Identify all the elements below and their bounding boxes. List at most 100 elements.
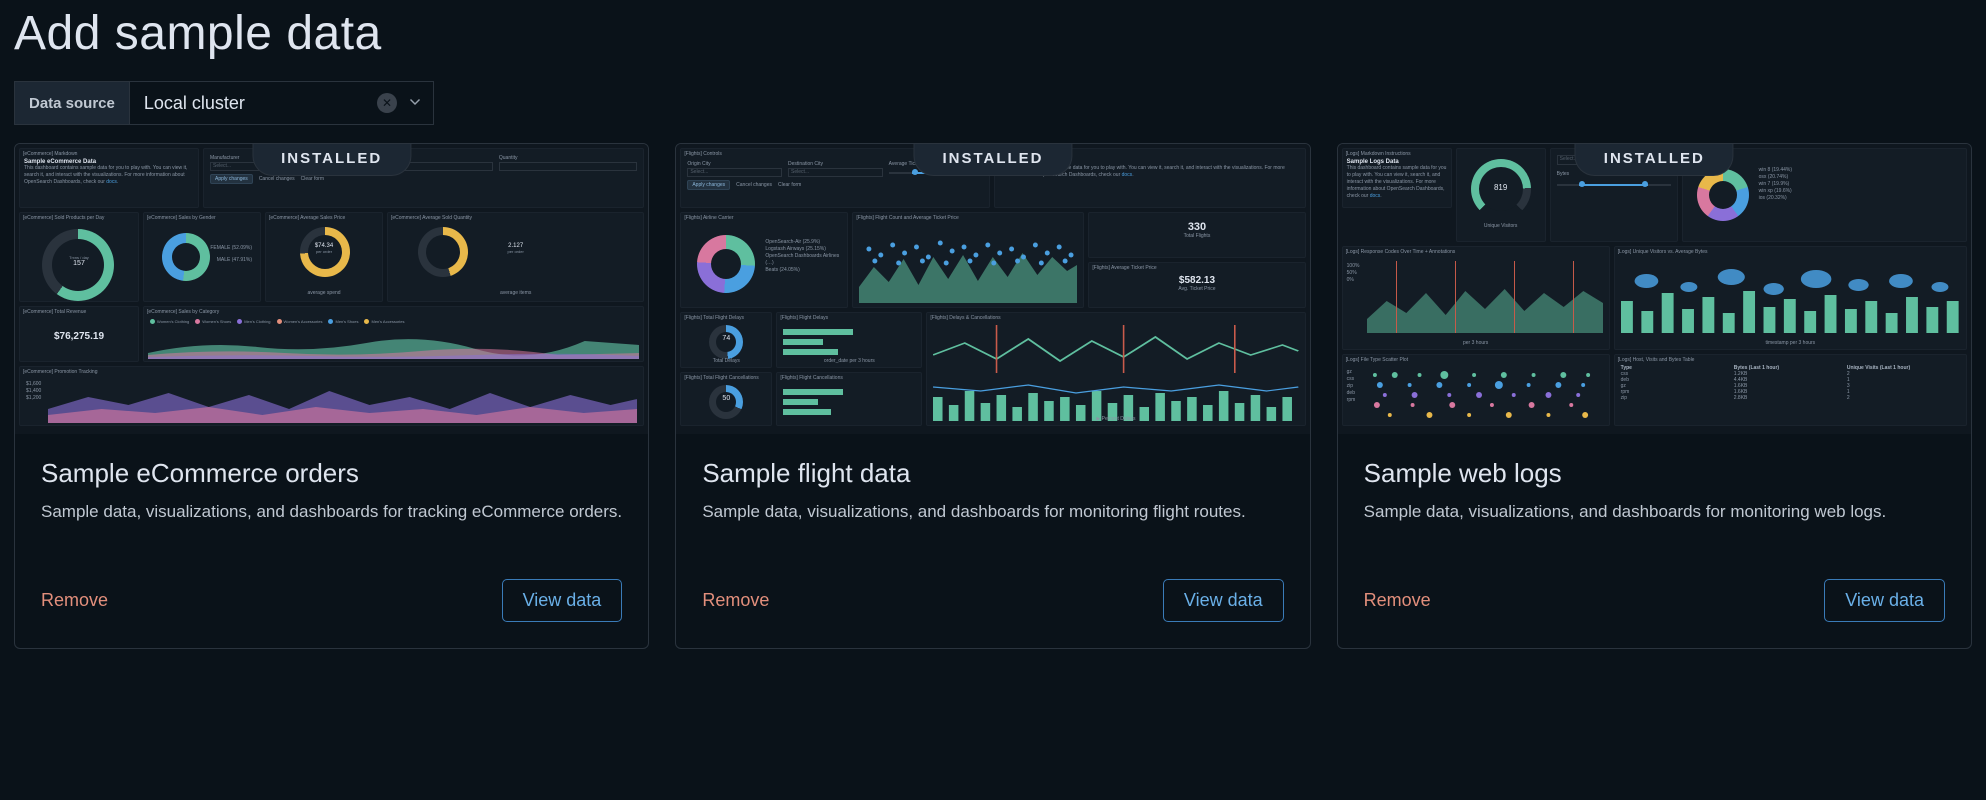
view-data-button[interactable]: View data xyxy=(1824,579,1945,622)
hdr: [eCommerce] Total Revenue xyxy=(20,307,138,315)
remove-button[interactable]: Remove xyxy=(41,590,108,611)
thumb-intro-text: This dashboard contains sample data for … xyxy=(24,165,194,186)
lbl: Total Flights xyxy=(1089,233,1304,240)
card-flights: INSTALLED [Flights] Controls Origin City… xyxy=(675,143,1310,649)
td: zip xyxy=(1621,395,1734,401)
data-source-combobox[interactable]: Local cluster ✕ xyxy=(130,82,433,124)
card-title: Sample flight data xyxy=(702,458,1283,489)
lbl: Origin City xyxy=(687,161,782,168)
txt: Clear form xyxy=(778,182,801,189)
ft: zip xyxy=(1347,383,1356,390)
li: win 7 (19.9%) xyxy=(1759,181,1792,188)
li: Women's Shoes xyxy=(202,319,231,324)
hdr: [Logs] Host, Visits and Bytes Table xyxy=(1615,355,1966,363)
hdr: [eCommerce] Sales by Category xyxy=(144,307,643,315)
li: Men's Accessories xyxy=(371,319,404,324)
li: Women's Clothing xyxy=(157,319,189,324)
card-description: Sample data, visualizations, and dashboa… xyxy=(702,499,1283,551)
c: Beats (24.05%) xyxy=(765,267,847,274)
ft: css xyxy=(1347,376,1356,383)
td: 2.8KB xyxy=(1734,395,1847,401)
c: OpenSearch-Air (25.9%) xyxy=(765,239,847,246)
sub: order_date per 3 hours xyxy=(777,358,921,365)
val: 50 xyxy=(681,395,771,402)
hdr: [Flights] Delays & Cancellations xyxy=(927,313,1304,321)
remove-button[interactable]: Remove xyxy=(1364,590,1431,611)
ft: gz xyxy=(1347,369,1356,376)
card-title: Sample web logs xyxy=(1364,458,1945,489)
val: 330 xyxy=(1089,221,1304,233)
view-data-button[interactable]: View data xyxy=(1163,579,1284,622)
val: 74 xyxy=(681,335,771,342)
hdr: [Flights] Total Flight Delays xyxy=(681,313,771,321)
chevron-down-icon[interactable] xyxy=(407,95,423,111)
val: 157 xyxy=(73,260,85,267)
lbl: Total Delays xyxy=(681,358,771,365)
hdr: [Flights] Airline Carrier xyxy=(681,213,847,221)
sel xyxy=(499,162,637,171)
li: ios (20.32%) xyxy=(1759,195,1792,202)
ft: rpm xyxy=(1347,397,1356,404)
btn: Apply changes xyxy=(210,174,253,184)
txt: Cancel changes xyxy=(259,176,295,183)
sample-data-cards: INSTALLED [eCommerce] Markdown Sample eC… xyxy=(14,143,1972,649)
remove-button[interactable]: Remove xyxy=(702,590,769,611)
card-thumbnail: [Logs] Markdown Instructions Sample Logs… xyxy=(1338,144,1971,434)
card-ecommerce: INSTALLED [eCommerce] Markdown Sample eC… xyxy=(14,143,649,649)
li: Men's Shoes xyxy=(335,319,358,324)
btn: Apply changes xyxy=(687,180,730,190)
li: win 8 (19.44%) xyxy=(1759,167,1792,174)
val: 819 xyxy=(1471,183,1531,192)
sub: per order xyxy=(266,249,382,254)
lbl: Quantity xyxy=(499,155,637,162)
sel: Select... xyxy=(788,168,883,177)
txt: This dashboard contains sample data for … xyxy=(1347,165,1447,200)
li: osx (20.74%) xyxy=(1759,174,1792,181)
li: win xp (19.6%) xyxy=(1759,188,1792,195)
c: Logstash Airways (25.15%) xyxy=(765,246,847,253)
clear-icon[interactable]: ✕ xyxy=(377,93,397,113)
installed-badge: INSTALLED xyxy=(1575,144,1734,176)
card-weblogs: INSTALLED [Logs] Markdown Instructions S… xyxy=(1337,143,1972,649)
view-data-button[interactable]: View data xyxy=(502,579,623,622)
li: Men's Clothing xyxy=(244,319,270,324)
hdr: [Flights] Flight Cancellations xyxy=(777,373,921,381)
hdr: [Flights] Flight Delays xyxy=(777,313,921,321)
hdr: [Logs] Response Codes Over Time + Annota… xyxy=(1343,247,1609,255)
sub: per order xyxy=(388,249,643,254)
ft: deb xyxy=(1347,390,1356,397)
li: Women's Accessories xyxy=(284,319,323,324)
card-title: Sample eCommerce orders xyxy=(41,458,622,489)
hdr: [Logs] Unique Visitors vs. Average Bytes xyxy=(1615,247,1966,255)
td: 2 xyxy=(1847,395,1960,401)
card-thumbnail: [Flights] Controls Origin CitySelect... … xyxy=(676,144,1309,434)
val: $582.13 xyxy=(1089,275,1304,286)
card-description: Sample data, visualizations, and dashboa… xyxy=(41,499,622,551)
card-description: Sample data, visualizations, and dashboa… xyxy=(1364,499,1945,551)
txt: Clear form xyxy=(301,176,324,183)
hdr: [eCommerce] Sold Products per Day xyxy=(20,213,138,221)
revenue: $76,275.19 xyxy=(20,331,138,342)
c: OpenSearch Dashboards Airlines (…) xyxy=(765,253,847,267)
hdr: [eCommerce] Sales by Gender xyxy=(144,213,260,221)
installed-badge: INSTALLED xyxy=(252,144,411,176)
hdr: [Flights] Total Flight Cancellations xyxy=(681,373,771,381)
hdr: [Logs] File Type Scatter Plot xyxy=(1343,355,1609,363)
lbl: average items xyxy=(388,290,643,297)
hdr: [Logs] Markdown Instructions xyxy=(1343,149,1451,157)
lbl: Unique Visitors xyxy=(1457,223,1545,230)
lbl: Destination City xyxy=(788,161,883,168)
data-source-value: Local cluster xyxy=(144,93,377,114)
hdr: [Flights] Flight Count and Average Ticke… xyxy=(853,213,1083,221)
lbl: Avg. Ticket Price xyxy=(1089,286,1304,293)
lbl: average spend xyxy=(266,290,382,297)
txt: Cancel changes xyxy=(736,182,772,189)
hdr: [eCommerce] Average Sold Quantity xyxy=(388,213,643,221)
sel: Select... xyxy=(687,168,782,177)
hdr: [eCommerce] Average Sales Price xyxy=(266,213,382,221)
installed-badge: INSTALLED xyxy=(913,144,1072,176)
hdr: [eCommerce] Promotion Tracking xyxy=(20,367,643,375)
page-title: Add sample data xyxy=(14,6,1972,61)
thumb-header: [eCommerce] Markdown xyxy=(20,149,198,157)
data-source-label: Data source xyxy=(15,82,130,124)
